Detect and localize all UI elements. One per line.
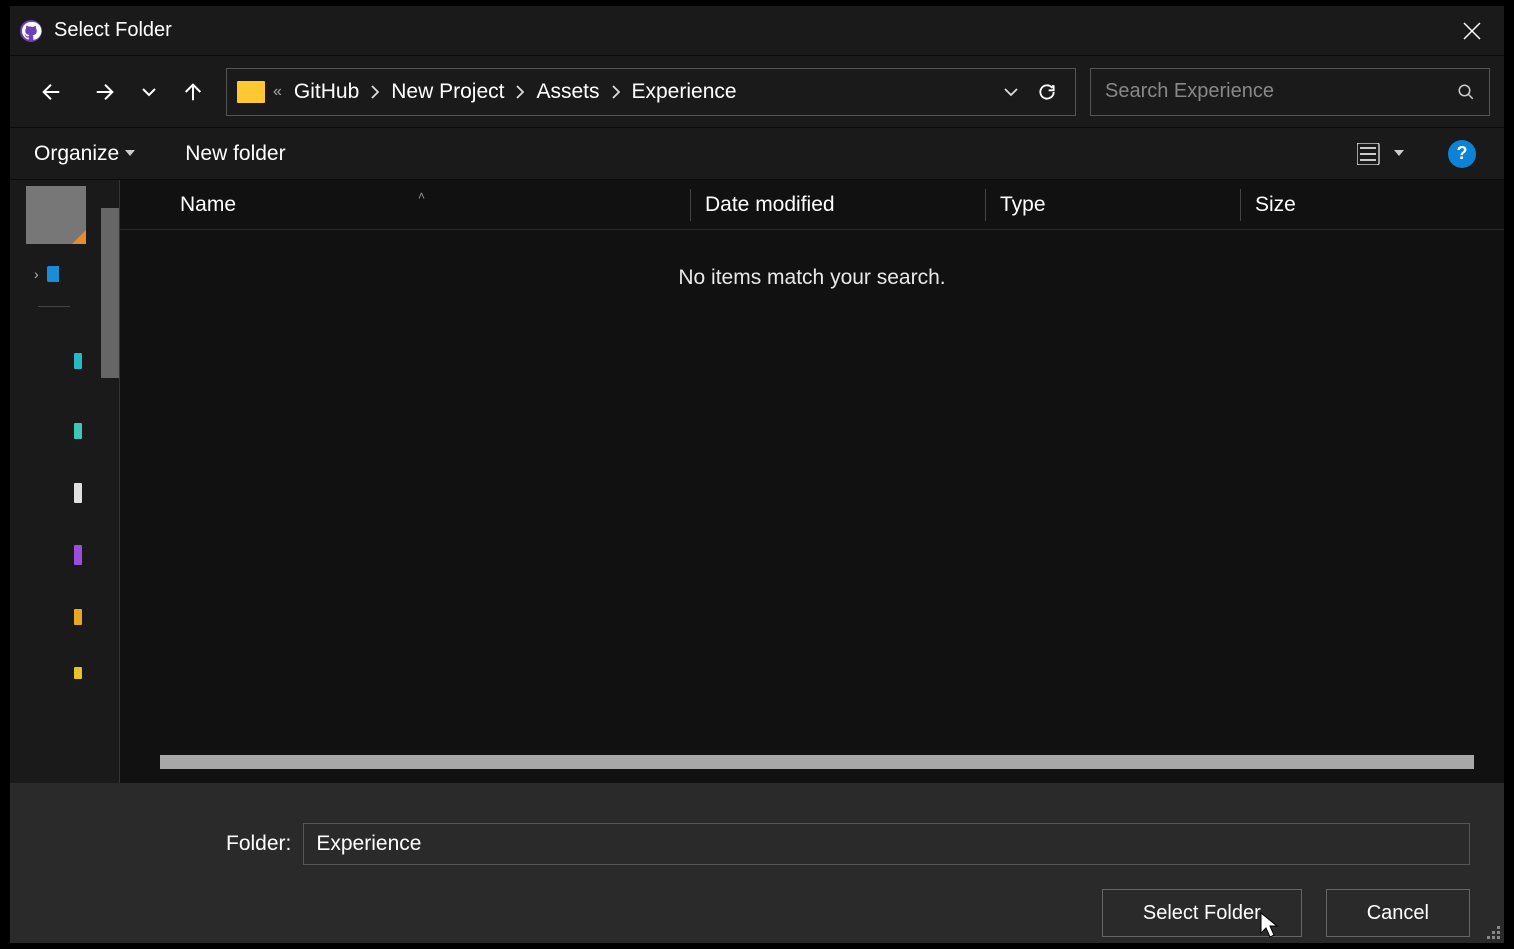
column-divider[interactable] [1240,189,1241,221]
breadcrumb-new-project[interactable]: New Project [389,80,506,104]
breadcrumb-assets[interactable]: Assets [534,80,601,104]
github-icon [18,18,44,44]
folder-icon [237,81,265,103]
tree-separator [38,306,70,307]
column-headers: Name ˄ Date modified Type Size [120,180,1504,230]
breadcrumb-overflow[interactable]: « [273,83,282,101]
column-divider[interactable] [690,189,691,221]
nav-pane-scrollbar[interactable] [101,208,119,378]
breadcrumb-experience[interactable]: Experience [630,80,739,104]
chevron-right-icon [516,85,524,99]
tree-item[interactable] [74,423,82,439]
nav-pane-thumbnail[interactable] [26,186,86,244]
tree-item[interactable] [74,667,82,679]
toolbar: Organize New folder ? [10,128,1504,180]
view-options-button[interactable] [1352,136,1388,172]
chevron-right-icon [612,85,620,99]
search-icon [1457,83,1475,101]
help-button[interactable]: ? [1444,136,1480,172]
folder-picker-dialog: Select Folder « GitHub New Project Asset… [10,6,1504,943]
up-button[interactable] [166,68,220,116]
titlebar: Select Folder [10,6,1504,56]
organize-button[interactable]: Organize [34,142,135,166]
navigation-pane[interactable]: › [10,180,120,783]
view-dropdown[interactable] [1388,136,1410,172]
forward-button[interactable] [78,68,132,116]
folder-name-input[interactable] [303,823,1470,865]
column-type[interactable]: Type [1000,193,1240,217]
resize-grip[interactable] [1487,926,1500,939]
horizontal-scrollbar[interactable] [160,755,1474,769]
column-name[interactable]: Name ˄ [180,193,690,217]
tree-item[interactable] [74,609,82,625]
navigation-bar: « GitHub New Project Assets Experience [10,56,1504,128]
folder-label: Folder: [226,832,291,856]
sort-indicator-icon: ˄ [418,189,425,203]
dialog-footer: Folder: Select Folder Cancel [10,783,1504,943]
column-date[interactable]: Date modified [705,193,985,217]
search-box[interactable] [1090,68,1490,116]
help-icon: ? [1448,140,1476,168]
close-button[interactable] [1448,11,1496,51]
recent-dropdown[interactable] [132,68,166,116]
tree-item-icon [47,266,59,282]
organize-label: Organize [34,142,119,166]
content-area: › Name ˄ Date modified Type [10,180,1504,783]
file-list: Name ˄ Date modified Type Size No items … [120,180,1504,783]
search-input[interactable] [1105,80,1457,103]
tree-item[interactable] [74,483,82,503]
breadcrumb-github[interactable]: GitHub [292,80,361,104]
new-folder-button[interactable]: New folder [185,142,285,166]
back-button[interactable] [24,68,78,116]
chevron-right-icon [371,85,379,99]
address-dropdown[interactable] [993,74,1029,110]
chevron-down-icon [125,150,135,157]
cancel-button[interactable]: Cancel [1326,889,1470,937]
select-folder-button[interactable]: Select Folder [1102,889,1302,937]
window-title: Select Folder [54,19,1448,42]
tree-item[interactable] [74,353,82,369]
empty-list-message: No items match your search. [120,230,1504,290]
refresh-button[interactable] [1029,74,1065,110]
chevron-right-icon: › [34,266,39,282]
column-size[interactable]: Size [1255,193,1395,217]
column-name-label: Name [180,193,236,216]
column-divider[interactable] [985,189,986,221]
tree-item[interactable] [74,545,82,565]
address-bar[interactable]: « GitHub New Project Assets Experience [226,68,1076,116]
